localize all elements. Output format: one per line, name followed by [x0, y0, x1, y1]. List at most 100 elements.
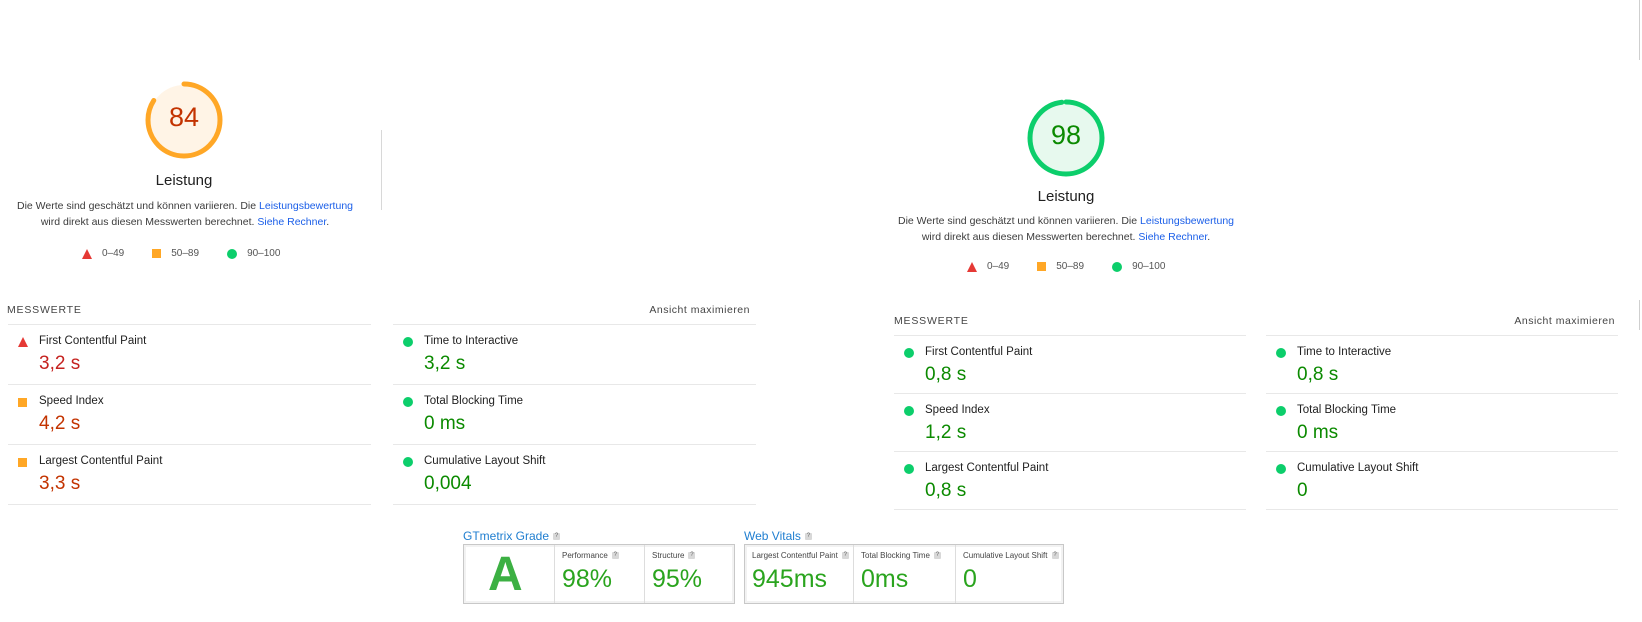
- metric-name: Cumulative Layout Shift: [1297, 462, 1419, 474]
- circle-icon: [403, 337, 413, 347]
- structure-label: Structure?: [652, 551, 696, 560]
- metric-item[interactable]: Total Blocking Time 0 ms: [393, 384, 756, 445]
- cls-label: Cumulative Layout Shift?: [963, 551, 1059, 560]
- left-expand-view-link[interactable]: Ansicht maximieren: [550, 304, 750, 316]
- right-edge-line-2: [1639, 300, 1640, 330]
- circle-icon: [904, 464, 914, 474]
- metric-item[interactable]: Largest Contentful Paint 0,8 s: [894, 451, 1246, 510]
- gtmetrix-grade-title-text: GTmetrix Grade: [463, 529, 550, 543]
- right-performance-score-link[interactable]: Leistungsbewertung: [1140, 215, 1234, 227]
- metric-value: 0,004: [424, 473, 472, 494]
- metric-value: 0,8 s: [1297, 364, 1339, 385]
- triangle-icon: [82, 248, 92, 259]
- lcp-value: 945ms: [752, 565, 828, 593]
- help-icon[interactable]: ?: [933, 552, 941, 560]
- metric-name: Time to Interactive: [1297, 346, 1392, 358]
- metric-item[interactable]: Cumulative Layout Shift 0: [1266, 451, 1618, 510]
- metric-value: 0: [1297, 480, 1308, 501]
- metric-item[interactable]: Time to Interactive 0,8 s: [1266, 335, 1618, 394]
- square-icon: [152, 249, 162, 258]
- structure-value: 95%: [652, 565, 703, 593]
- legend-fail-label: 0–49: [987, 261, 1010, 272]
- metric-value: 0 ms: [424, 413, 466, 434]
- square-icon: [18, 458, 27, 467]
- right-calculator-link[interactable]: Siehe Rechner: [1138, 231, 1207, 243]
- help-icon[interactable]: ?: [611, 552, 619, 560]
- metric-name: Speed Index: [39, 395, 104, 407]
- metric-item[interactable]: Time to Interactive 3,2 s: [393, 324, 756, 385]
- legend-fail-label: 0–49: [102, 248, 125, 259]
- metric-item[interactable]: Largest Contentful Paint 3,3 s: [8, 444, 371, 505]
- left-calculator-link[interactable]: Siehe Rechner: [257, 216, 326, 228]
- metric-name: First Contentful Paint: [925, 346, 1033, 358]
- metric-item[interactable]: First Contentful Paint 3,2 s: [8, 324, 371, 385]
- left-divider: [381, 130, 382, 210]
- legend-pass: 90–100: [227, 248, 280, 259]
- metric-divider: [1266, 509, 1618, 510]
- legend-average: 50–89: [152, 248, 199, 259]
- right-legend: 0–49 50–89 90–100: [967, 261, 1193, 272]
- metric-name: Largest Contentful Paint: [925, 462, 1049, 474]
- metric-name: Total Blocking Time: [424, 395, 524, 407]
- gtmetrix-grade-letter: A: [488, 548, 523, 601]
- right-edge-line: [1639, 0, 1640, 60]
- metric-name: Total Blocking Time: [1297, 404, 1397, 416]
- left-desc-text-1: Die Werte sind geschätzt und können vari…: [16, 200, 260, 212]
- metric-name: Speed Index: [925, 404, 990, 416]
- help-icon[interactable]: ?: [841, 552, 849, 560]
- help-icon[interactable]: ?: [804, 533, 812, 541]
- right-score-gauge: 98: [1026, 98, 1106, 178]
- metric-item[interactable]: Cumulative Layout Shift 0,004: [393, 444, 756, 505]
- cls-cell: Cumulative Layout Shift? 0: [955, 545, 1064, 603]
- metric-value: 1,2 s: [925, 422, 967, 443]
- right-desc-text-2: wird direkt aus diesen Messwerten berech…: [921, 231, 1139, 243]
- metric-divider: [393, 504, 756, 505]
- legend-average-label: 50–89: [1056, 261, 1085, 272]
- legend-fail: 0–49: [82, 248, 124, 259]
- circle-icon: [403, 457, 413, 467]
- web-vitals-title-text: Web Vitals: [744, 529, 801, 543]
- gtmetrix-grade-box: A Performance? 98% Structure? 95%: [463, 544, 735, 604]
- help-icon[interactable]: ?: [553, 533, 561, 541]
- metric-value: 3,3 s: [39, 473, 81, 494]
- right-expand-view-link[interactable]: Ansicht maximieren: [1415, 315, 1615, 327]
- legend-pass-label: 90–100: [247, 248, 281, 259]
- circle-icon: [1276, 406, 1286, 416]
- metric-name: Time to Interactive: [424, 335, 519, 347]
- lcp-label: Largest Contentful Paint?: [752, 551, 849, 560]
- circle-icon: [904, 406, 914, 416]
- left-score-gauge: 84: [144, 80, 224, 160]
- metric-value: 3,2 s: [424, 353, 466, 374]
- circle-icon: [1276, 348, 1286, 358]
- metric-item[interactable]: First Contentful Paint 0,8 s: [894, 335, 1246, 394]
- left-score-value: 84: [168, 102, 200, 132]
- right-score-label: Leistung: [1037, 188, 1095, 205]
- help-icon[interactable]: ?: [1051, 552, 1059, 560]
- right-score-value: 98: [1050, 120, 1082, 150]
- metric-item[interactable]: Total Blocking Time 0 ms: [1266, 393, 1618, 452]
- legend-average-label: 50–89: [171, 248, 200, 259]
- metric-divider: [894, 509, 1246, 510]
- left-description: Die Werte sind geschätzt und können vari…: [10, 198, 360, 230]
- square-icon: [1037, 262, 1047, 271]
- left-legend: 0–49 50–89 90–100: [82, 248, 308, 259]
- help-icon[interactable]: ?: [688, 552, 696, 560]
- square-icon: [18, 398, 27, 407]
- metric-divider: [8, 504, 371, 505]
- performance-label: Performance?: [562, 551, 619, 560]
- web-vitals-box: Largest Contentful Paint? 945ms Total Bl…: [744, 544, 1064, 604]
- right-desc-text-1: Die Werte sind geschätzt und können vari…: [897, 215, 1141, 227]
- performance-value: 98%: [562, 565, 613, 593]
- metric-item[interactable]: Speed Index 1,2 s: [894, 393, 1246, 452]
- metric-value: 0 ms: [1297, 422, 1339, 443]
- legend-pass-label: 90–100: [1132, 261, 1166, 272]
- left-metrics-title: MESSWERTE: [7, 304, 82, 316]
- metric-item[interactable]: Speed Index 4,2 s: [8, 384, 371, 445]
- left-score-label: Leistung: [155, 172, 213, 189]
- gtmetrix-grade-title: GTmetrix Grade?: [463, 529, 561, 543]
- left-desc-text-3: .: [326, 216, 330, 228]
- left-desc-text-2: wird direkt aus diesen Messwerten berech…: [40, 216, 258, 228]
- left-performance-score-link[interactable]: Leistungsbewertung: [259, 200, 353, 212]
- tbt-value: 0ms: [861, 565, 909, 593]
- metric-value: 0,8 s: [925, 480, 967, 501]
